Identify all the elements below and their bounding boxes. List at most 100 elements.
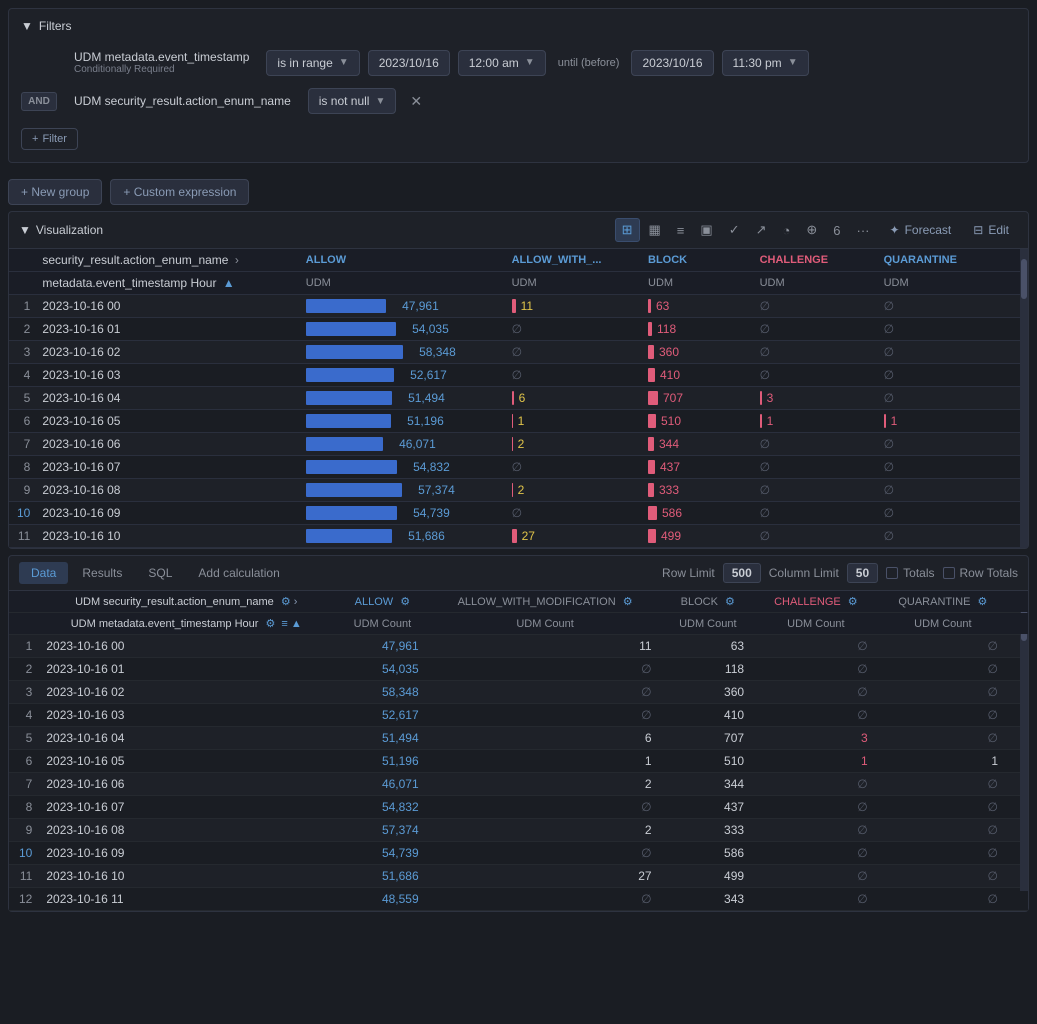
viz-scrollbar[interactable]: [1020, 249, 1028, 548]
bottom-table-row: 10 2023-10-16 09 54,739 ∅ 586 ∅ ∅: [9, 842, 1028, 865]
edit-button[interactable]: ⊟ Edit: [964, 219, 1018, 241]
row-quarantine: ∅: [876, 318, 1012, 341]
row-ts: 2023-10-16 10: [34, 525, 297, 548]
filter-row-2: AND UDM security_result.action_enum_name…: [21, 88, 1016, 114]
bt-row-block: 707: [662, 727, 755, 750]
row-allow: 51,686: [298, 525, 504, 548]
row-allow-mod: 1: [504, 410, 640, 433]
row-allow: 52,617: [298, 364, 504, 387]
col-limit-value[interactable]: 50: [847, 563, 878, 583]
row-allow: 58,348: [298, 341, 504, 364]
bt-row-quarantine: ∅: [878, 865, 1008, 888]
bt-row-allow: 48,559: [336, 888, 429, 911]
row-limit-value[interactable]: 500: [723, 563, 761, 583]
totals-check[interactable]: Totals: [886, 566, 934, 580]
viz-area-icon[interactable]: ▣: [693, 218, 719, 242]
viz-pin-icon[interactable]: ⊕: [799, 218, 824, 242]
bt-dim-header: UDM security_result.action_enum_name: [75, 596, 274, 608]
bt-row-challenge: ∅: [754, 658, 878, 681]
bt-quarantine-header: QUARANTINE: [898, 596, 970, 608]
bt-allow-settings-icon[interactable]: ⚙: [400, 596, 410, 608]
bottom-scrollbar[interactable]: [1020, 591, 1028, 891]
bt-row-quarantine: ∅: [878, 796, 1008, 819]
viz-table-icon[interactable]: ⊞: [615, 218, 640, 242]
bt-row-allow: 51,196: [336, 750, 429, 773]
bt-ts-sort-icon[interactable]: ≡ ▲: [281, 618, 301, 630]
bt-ts-header: UDM metadata.event_timestamp Hour: [71, 618, 259, 630]
bt-row-allow: 47,961: [336, 635, 429, 658]
tab-sql[interactable]: SQL: [136, 562, 184, 584]
row-challenge: 3: [752, 387, 876, 410]
row-block: 360: [640, 341, 752, 364]
bt-allow-mod-settings-icon[interactable]: ⚙: [623, 596, 633, 608]
bottom-table-row: 6 2023-10-16 05 51,196 1 510 1 1: [9, 750, 1028, 773]
bt-quarantine-settings-icon[interactable]: ⚙: [978, 596, 988, 608]
row-allow: 46,071: [298, 433, 504, 456]
bt-row-ts: 2023-10-16 08: [36, 819, 336, 842]
row-allow-mod: 2: [504, 433, 640, 456]
row-totals-check[interactable]: Row Totals: [943, 566, 1018, 580]
filter1-date1[interactable]: 2023/10/16: [368, 50, 450, 76]
bt-row-num: 6: [9, 750, 36, 773]
bt-ts-settings-icon[interactable]: ⚙: [265, 618, 275, 630]
bt-row-quarantine: ∅: [878, 635, 1008, 658]
row-num: 2: [9, 318, 34, 341]
viz-table: security_result.action_enum_name › ALLOW…: [9, 249, 1028, 548]
bt-row-ts: 2023-10-16 10: [36, 865, 336, 888]
filter1-field: UDM metadata.event_timestamp Conditional…: [65, 45, 258, 80]
row-ts: 2023-10-16 02: [34, 341, 297, 364]
viz-more-icon[interactable]: ···: [850, 219, 877, 242]
tab-results[interactable]: Results: [70, 562, 134, 584]
viz-line-icon[interactable]: ≡: [670, 219, 692, 242]
filter2-remove[interactable]: ✕: [404, 91, 428, 112]
operator-caret: ▼: [339, 57, 349, 68]
viz-table-row: 2 2023-10-16 01 54,035 ∅ 118 ∅: [9, 318, 1028, 341]
row-num: 3: [9, 341, 34, 364]
bt-row-block: 437: [662, 796, 755, 819]
totals-checkbox[interactable]: [886, 567, 898, 579]
bt-row-block: 510: [662, 750, 755, 773]
filter1-operator[interactable]: is in range ▼: [266, 50, 359, 76]
bt-row-quarantine: ∅: [878, 681, 1008, 704]
forecast-button[interactable]: ✦ Forecast: [881, 219, 961, 241]
bottom-table-container: UDM security_result.action_enum_name ⚙ ›…: [9, 591, 1028, 911]
bt-row-num: 5: [9, 727, 36, 750]
row-allow-mod: ∅: [504, 318, 640, 341]
bottom-table: UDM security_result.action_enum_name ⚙ ›…: [9, 591, 1028, 911]
filter1-date2[interactable]: 2023/10/16: [631, 50, 713, 76]
row-totals-checkbox[interactable]: [943, 567, 955, 579]
row-allow: 51,494: [298, 387, 504, 410]
filter1-time1[interactable]: 12:00 am ▼: [458, 50, 546, 76]
new-group-button[interactable]: + New group: [8, 179, 102, 205]
tab-add-calculation[interactable]: Add calculation: [186, 562, 291, 584]
row-limit-area: Row Limit 500 Column Limit 50 Totals Row…: [662, 563, 1018, 583]
viz-clock-icon[interactable]: ◔: [776, 219, 798, 242]
col-dim-header: security_result.action_enum_name: [42, 253, 228, 267]
viz-bar-icon[interactable]: ▦: [642, 218, 668, 242]
bottom-table-row: 12 2023-10-16 11 48,559 ∅ 343 ∅ ∅: [9, 888, 1028, 911]
filter1-time2[interactable]: 11:30 pm ▼: [722, 50, 809, 76]
viz-num-icon[interactable]: 6: [826, 219, 847, 242]
row-num: 10: [9, 502, 34, 525]
filter-row-1: UDM metadata.event_timestamp Conditional…: [21, 45, 1016, 80]
add-filter-button[interactable]: + Filter: [21, 128, 78, 150]
viz-check-icon[interactable]: ✓: [722, 218, 747, 242]
bt-challenge-settings-icon[interactable]: ⚙: [848, 596, 858, 608]
tab-data[interactable]: Data: [19, 562, 68, 584]
custom-expression-button[interactable]: + Custom expression: [110, 179, 249, 205]
row-allow: 54,739: [298, 502, 504, 525]
filter2-operator[interactable]: is not null ▼: [308, 88, 397, 114]
bt-dim-settings-icon[interactable]: ⚙: [281, 596, 291, 608]
filters-header[interactable]: ▼ Filters: [21, 19, 1016, 33]
bt-row-allow-mod: ∅: [429, 681, 662, 704]
bt-row-allow: 51,686: [336, 865, 429, 888]
bt-row-quarantine: ∅: [878, 888, 1008, 911]
row-allow-mod: 11: [504, 295, 640, 318]
row-num: 11: [9, 525, 34, 548]
col-ts-header: metadata.event_timestamp Hour: [42, 276, 216, 290]
viz-trend-icon[interactable]: ↗: [749, 218, 774, 242]
viz-table-row: 8 2023-10-16 07 54,832 ∅ 437 ∅: [9, 456, 1028, 479]
row-quarantine: 1: [876, 410, 1012, 433]
bt-block-settings-icon[interactable]: ⚙: [725, 596, 735, 608]
row-block: 118: [640, 318, 752, 341]
